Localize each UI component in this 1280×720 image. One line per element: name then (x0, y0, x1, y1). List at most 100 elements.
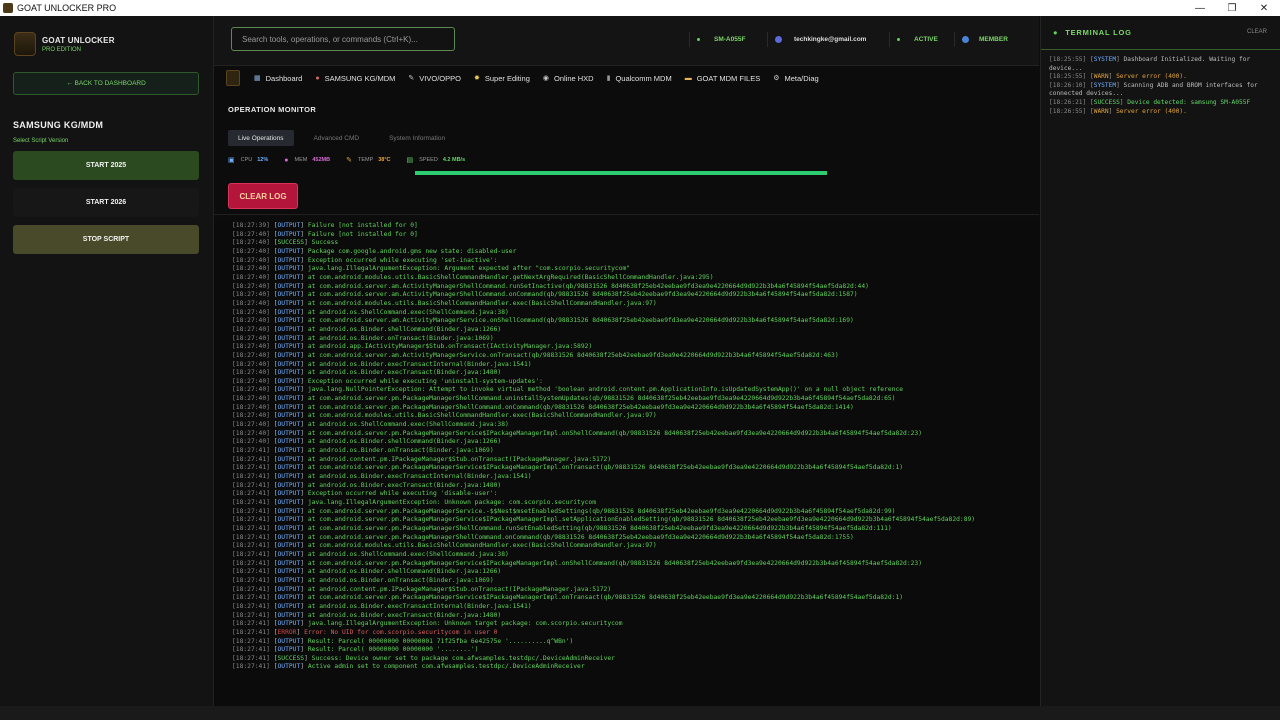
log-line: [18:27:40] [OUTPUT] at com.android.serve… (232, 351, 839, 359)
tab-live-operations[interactable]: Live Operations (228, 130, 294, 146)
log-timestamp: [18:27:40] (232, 429, 270, 437)
nav-item-qualcomm-mdm[interactable]: ▮ Qualcomm MDM (607, 74, 672, 83)
log-message: at android.os.Binder.onTransact(Binder.j… (307, 334, 494, 342)
log-tag: OUTPUT (277, 421, 301, 429)
log-message: at android.os.ShellCommand.exec(ShellCom… (307, 550, 509, 558)
log-message: at android.os.Binder.onTransact(Binder.j… (307, 576, 494, 584)
log-timestamp: [18:27:41] (232, 663, 270, 671)
log-line: [18:27:41] [OUTPUT] Active admin set to … (232, 663, 585, 671)
minimize-button[interactable]: — (1184, 3, 1216, 14)
log-tag: SUCCESS (277, 654, 305, 662)
log-line: [18:27:41] [OUTPUT] Result: Parcel( 0000… (232, 646, 479, 654)
divider (1041, 49, 1280, 50)
terminal-clear-button[interactable]: CLEAR (1247, 29, 1267, 35)
nav-item-goat-mdm-files[interactable]: ▬ GOAT MDM FILES (685, 74, 760, 83)
stop-script-button[interactable]: STOP SCRIPT (13, 225, 199, 254)
user-email: techkingke@gmail.com (794, 36, 867, 43)
nav-item-super-editing[interactable]: ✸ Super Editing (474, 74, 530, 83)
main-nav: ▦ Dashboard ● SAMSUNG KG/MDM ✎ VIVO/OPPO ✸ Supe… (214, 67, 1039, 89)
log-tag: OUTPUT (277, 594, 301, 602)
tab-advanced-cmd[interactable]: Advanced CMD (304, 130, 370, 146)
search-input[interactable] (231, 27, 455, 51)
status-badge: ACTIVE (914, 36, 938, 43)
log-tag: OUTPUT (277, 291, 301, 299)
nav-item-dashboard[interactable]: ▦ Dashboard (254, 74, 302, 83)
app-icon (3, 3, 13, 13)
log-line: [18:27:41] [OUTPUT] at android.os.Binder… (232, 602, 532, 610)
nav-item-samsung-kg-mdm[interactable]: ● SAMSUNG KG/MDM (315, 74, 395, 83)
log-message: at android.os.Binder.execTransact(Binder… (307, 611, 502, 619)
log-timestamp: [18:27:41] (232, 447, 270, 455)
log-line: [18:27:40] [OUTPUT] Failure [not install… (232, 230, 418, 238)
log-tag: OUTPUT (277, 499, 301, 506)
close-button[interactable]: ✕ (1248, 3, 1280, 14)
log-timestamp: [18:27:40] (232, 325, 270, 333)
log-timestamp: [18:27:40] (232, 256, 270, 264)
log-timestamp: [18:27:40] (232, 438, 270, 446)
log-timestamp: [18:27:40] (232, 343, 270, 351)
log-message: Error: No UID for com.scorpio.securityco… (304, 628, 498, 636)
nav-item-meta-diag[interactable]: ⚙ Meta/Diag (773, 74, 818, 83)
log-line: [18:27:40] [OUTPUT] at com.android.serve… (232, 282, 869, 290)
nav-item-vivo-oppo[interactable]: ✎ VIVO/OPPO (408, 74, 461, 83)
maximize-button[interactable]: ❐ (1216, 3, 1248, 14)
terminal-log-panel: ● TERMINAL LOG CLEAR [18:25:55] [SYSTEM]… (1040, 16, 1280, 706)
nav-label: VIVO/OPPO (419, 73, 461, 83)
stat-icon: ▤ (406, 157, 414, 164)
log-timestamp: [18:27:41] (232, 585, 270, 593)
start-2026-button[interactable]: START 2026 (13, 188, 199, 217)
log-timestamp: [18:27:41] (232, 473, 270, 481)
log-tag: OUTPUT (277, 334, 301, 342)
log-message: at android.os.ShellCommand.exec(ShellCom… (307, 421, 509, 429)
nav-icon: ▬ (684, 74, 692, 82)
log-tag: OUTPUT (277, 620, 301, 628)
clear-log-button[interactable]: CLEAR LOG (228, 183, 298, 209)
log-message: at com.android.modules.utils.BasicShellC… (307, 299, 657, 307)
log-timestamp: [18:27:41] (232, 654, 270, 662)
log-message: Result: Parcel( 00000000 00000001 71f25f… (307, 637, 574, 645)
log-message: at com.android.server.pm.PackageManagerS… (307, 524, 892, 532)
log-tag: OUTPUT (277, 646, 301, 654)
status-pill: ACTIVE (889, 32, 938, 47)
log-timestamp: [18:27:40] (232, 386, 270, 394)
back-to-dashboard-button[interactable]: ← BACK TO DASHBOARD (13, 72, 199, 95)
shield-icon (962, 36, 969, 43)
user-icon (775, 36, 782, 43)
log-timestamp: [18:27:40] (232, 351, 270, 359)
log-tag: OUTPUT (277, 230, 301, 238)
log-message: at com.android.server.am.ActivityManager… (307, 291, 858, 299)
stat-label: CPU (240, 157, 253, 163)
terminal-log-entries[interactable]: [18:25:55] [SYSTEM] Dashboard Initialize… (1049, 56, 1275, 116)
log-timestamp: [18:27:41] (232, 524, 270, 532)
log-message: at android.os.Binder.execTransactInterna… (307, 360, 532, 368)
terminal-tag: SUCCESS (1093, 98, 1120, 106)
tab-system-information[interactable]: System Information (379, 130, 455, 146)
log-message: java.lang.IllegalArgumentException: Argu… (307, 265, 631, 273)
nav-item-online-hxd[interactable]: ◉ Online HXD (543, 74, 594, 83)
log-timestamp: [18:27:41] (232, 499, 270, 506)
log-message: at android.os.Binder.shellCommand(Binder… (307, 438, 502, 446)
log-line: [18:27:41] [SUCCESS] Success: Device own… (232, 654, 615, 662)
log-message: at android.os.Binder.onTransact(Binder.j… (307, 447, 494, 455)
log-timestamp: [18:27:41] (232, 533, 270, 541)
nav-icon: ◉ (542, 75, 549, 82)
log-message: at android.os.Binder.execTransactInterna… (307, 602, 532, 610)
log-timestamp: [18:27:40] (232, 299, 270, 307)
log-tag: OUTPUT (277, 464, 301, 472)
log-message: at com.android.server.am.ActivityManager… (307, 282, 869, 290)
nav-label: Dashboard (265, 73, 303, 83)
page-title: OPERATION MONITOR (228, 105, 317, 114)
log-timestamp: [18:27:41] (232, 507, 270, 515)
start-2025-button[interactable]: START 2025 (13, 151, 199, 180)
live-log-output[interactable]: [18:27:39] [OUTPUT] Failure [not install… (214, 222, 1039, 706)
log-line: [18:27:40] [OUTPUT] at com.android.modul… (232, 412, 657, 420)
log-message: at com.android.modules.utils.BasicShellC… (307, 542, 657, 550)
log-message: at android.app.IActivityManager$Stub.onT… (307, 343, 593, 351)
log-timestamp: [18:27:41] (232, 576, 270, 584)
log-line: [18:27:40] [OUTPUT] at android.os.Binder… (232, 334, 494, 342)
log-line: [18:27:39] [OUTPUT] Failure [not install… (232, 222, 418, 229)
log-line: [18:27:41] [OUTPUT] java.lang.IllegalArg… (232, 620, 623, 628)
log-message: Exception occurred while executing 'disa… (307, 490, 498, 498)
log-timestamp: [18:27:40] (232, 377, 270, 385)
log-timestamp: [18:27:40] (232, 265, 270, 273)
